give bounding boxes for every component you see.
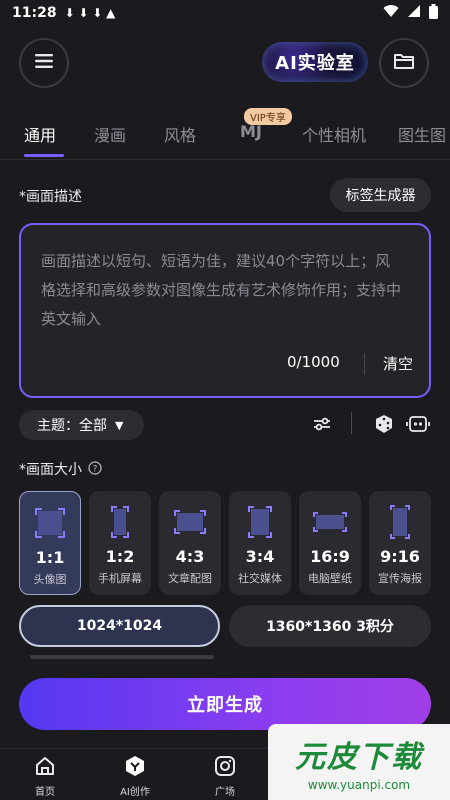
character-count: 0/1000 [287,353,340,371]
chevron-down-icon: ▼ [115,418,124,432]
ratio-frame-icon [313,505,347,539]
help-icon[interactable]: ? [88,460,102,479]
ratio-card-1-1[interactable]: 1:1 头像图 [19,491,81,595]
ratio-value: 3:4 [245,547,275,566]
ratio-value: 16:9 [310,547,350,566]
ratio-label: 手机屏幕 [98,572,142,585]
nav-label: 首页 [35,787,55,798]
watermark: 元皮下载 www.yuanpi.com [268,724,450,800]
watermark-url: www.yuanpi.com [307,778,411,792]
ratio-frame-icon [111,505,129,539]
active-tab-indicator [24,154,64,157]
ratio-label: 电脑壁纸 [308,572,352,585]
generate-button[interactable]: 立即生成 [19,678,431,730]
divider [351,412,352,434]
size-label: *画面大小 [19,462,82,478]
battery-icon [429,3,438,23]
ai-lab-logo[interactable]: AI实验室 [262,42,368,82]
ratio-card-4-3[interactable]: 4:3 文章配图 [159,491,221,595]
ai-create-icon [124,755,146,781]
hamburger-icon [35,53,53,73]
dice-icon[interactable] [371,412,397,436]
tab-personal-camera[interactable]: 个性相机 [302,122,366,146]
description-placeholder: 画面描述以短句、短语为佳，建议40个字符以上；风格选择和高级参数对图像生成有艺术… [41,252,402,328]
ratio-frame-icon [174,505,206,539]
notification-icons: ⬇ ⬇ ⬇ ▲ [64,6,116,20]
clear-button[interactable]: 清空 [383,353,413,374]
menu-button[interactable] [19,38,69,88]
header: AI实验室 [0,36,450,90]
theme-label: 主题：全部 [37,418,107,434]
ratio-frame-icon [35,506,65,540]
tab-bar: 通用 漫画 风格 MJ 个性相机 图生图 [0,112,450,160]
tab-style[interactable]: 风格 [164,122,196,146]
ratio-card-16-9[interactable]: 16:9 电脑壁纸 [299,491,361,595]
watermark-title: 元皮下载 [295,740,423,775]
ratio-label: 宣传海报 [378,572,422,585]
wifi-icon [383,4,399,22]
ratio-value: 9:16 [380,547,420,566]
ratio-value: 4:3 [175,547,205,566]
tab-image-to-image[interactable]: 图生图 [398,122,446,146]
svg-text:?: ? [93,465,98,475]
signal-icon [407,4,421,22]
tag-generator-button[interactable]: 标签生成器 [330,178,431,212]
aspect-ratio-list: 1:1 头像图 1:2 手机屏幕 4:3 文章配图 3:4 社交媒体 16:9 … [19,491,431,595]
vip-badge: VIP专享 [244,108,292,125]
folder-button[interactable] [379,38,429,88]
status-bar: 11:28 ⬇ ⬇ ⬇ ▲ [0,0,450,26]
home-icon [34,755,56,781]
ratio-card-3-4[interactable]: 3:4 社交媒体 [229,491,291,595]
status-time: 11:28 [12,5,57,21]
ratio-label: 社交媒体 [238,572,282,585]
nav-square[interactable]: 广场 [195,755,255,798]
resolution-1360-button[interactable]: 1360*1360 3积分 [229,605,431,647]
ratio-value: 1:2 [105,547,135,566]
ratio-label: 文章配图 [168,572,212,585]
nav-ai-create[interactable]: AI创作 [105,755,165,798]
nav-label: 广场 [215,787,235,798]
nav-label: AI创作 [120,787,150,798]
nav-home[interactable]: 首页 [15,755,75,798]
description-label: *画面描述 [19,189,82,205]
ratio-label: 头像图 [33,573,67,586]
scroll-peek [30,655,214,659]
resolution-1024-button[interactable]: 1024*1024 [19,605,220,647]
robot-icon[interactable] [405,412,431,436]
ratio-card-1-2[interactable]: 1:2 手机屏幕 [89,491,151,595]
square-icon [214,755,236,781]
ratio-value: 1:1 [35,548,65,567]
ratio-frame-icon [248,505,272,539]
ratio-frame-icon [390,505,410,539]
folder-icon [393,52,415,74]
theme-dropdown[interactable]: 主题：全部 ▼ [19,410,144,440]
settings-sliders-icon[interactable] [309,412,335,436]
description-input[interactable]: 画面描述以短句、短语为佳，建议40个字符以上；风格选择和高级参数对图像生成有艺术… [19,223,431,398]
tab-comic[interactable]: 漫画 [94,122,126,146]
status-right [383,3,438,23]
tab-general[interactable]: 通用 [24,122,56,146]
divider [364,353,365,375]
ratio-card-9-16[interactable]: 9:16 宣传海报 [369,491,431,595]
